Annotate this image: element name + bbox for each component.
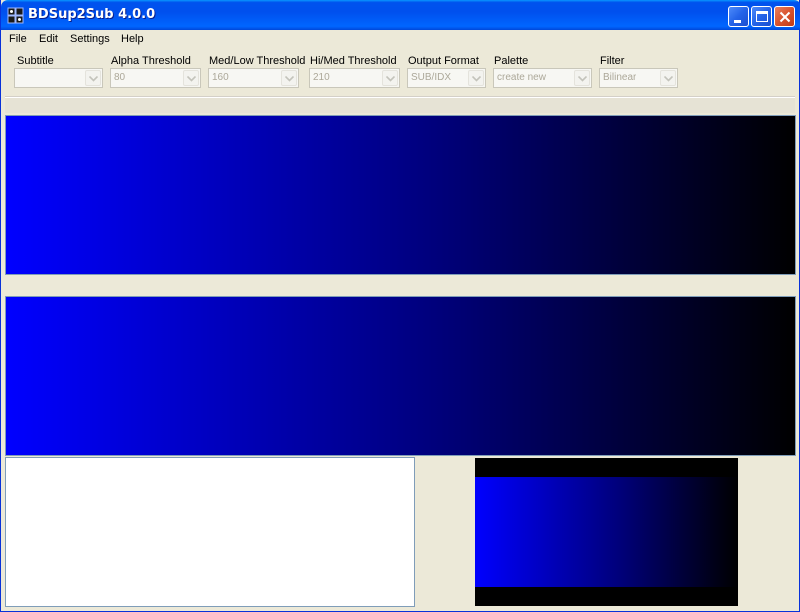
window-title: BDSup2Sub 4.0.0 [28, 7, 156, 22]
chevron-down-icon [578, 76, 587, 82]
output-format-value: SUB/IDX [411, 72, 452, 83]
alpha-threshold-value: 80 [114, 72, 126, 83]
palette-select[interactable]: create new [493, 68, 592, 88]
thumbnail-preview [475, 458, 738, 606]
menu-help[interactable]: Help [121, 33, 144, 46]
hi-med-threshold-arrow[interactable] [382, 70, 398, 86]
alpha-threshold-arrow[interactable] [183, 70, 199, 86]
chevron-down-icon [187, 76, 196, 82]
med-low-threshold-label: Med/Low Threshold [209, 55, 306, 67]
filter-arrow[interactable] [660, 70, 676, 86]
subtitle-label: Subtitle [17, 55, 54, 67]
menu-bar: File Edit Settings Help [1, 30, 799, 49]
chevron-down-icon [472, 76, 481, 82]
palette-value: create new [497, 72, 546, 83]
close-button[interactable] [774, 6, 795, 27]
palette-label: Palette [494, 55, 529, 67]
hi-med-threshold-value: 210 [313, 72, 330, 83]
close-icon [779, 11, 791, 23]
app-icon [7, 7, 24, 24]
menu-edit[interactable]: Edit [39, 33, 58, 46]
chevron-down-icon [89, 76, 98, 82]
maximize-icon [756, 11, 768, 22]
minimize-button[interactable] [728, 6, 749, 27]
thumbnail-image [475, 477, 738, 587]
minimize-icon [734, 20, 741, 23]
target-preview-pane[interactable] [5, 296, 796, 456]
filter-value: Bilinear [603, 72, 637, 83]
med-low-threshold-select[interactable]: 160 [208, 68, 299, 88]
hi-med-threshold-select[interactable]: 210 [309, 68, 400, 88]
output-format-label: Output Format [408, 55, 479, 67]
chevron-down-icon [386, 76, 395, 82]
maximize-button[interactable] [751, 6, 772, 27]
med-low-threshold-arrow[interactable] [281, 70, 297, 86]
filter-label: Filter [600, 55, 625, 67]
title-bar[interactable]: BDSup2Sub 4.0.0 [1, 0, 800, 30]
alpha-threshold-select[interactable]: 80 [110, 68, 201, 88]
menu-file[interactable]: File [9, 33, 27, 46]
filter-select[interactable]: Bilinear [599, 68, 678, 88]
source-preview-pane[interactable] [5, 115, 796, 275]
status-strip [5, 97, 795, 113]
alpha-threshold-label: Alpha Threshold [111, 55, 191, 67]
menu-settings[interactable]: Settings [70, 33, 110, 46]
chevron-down-icon [664, 76, 673, 82]
hi-med-threshold-label: Hi/Med Threshold [310, 55, 397, 67]
app-window: BDSup2Sub 4.0.0 File Edit Settings Help … [0, 0, 800, 612]
chevron-down-icon [285, 76, 294, 82]
subtitle-select-arrow[interactable] [85, 70, 101, 86]
output-format-arrow[interactable] [468, 70, 484, 86]
subtitle-select[interactable] [14, 68, 103, 88]
output-format-select[interactable]: SUB/IDX [407, 68, 486, 88]
med-low-threshold-value: 160 [212, 72, 229, 83]
info-text-area[interactable] [5, 457, 415, 607]
palette-arrow[interactable] [574, 70, 590, 86]
